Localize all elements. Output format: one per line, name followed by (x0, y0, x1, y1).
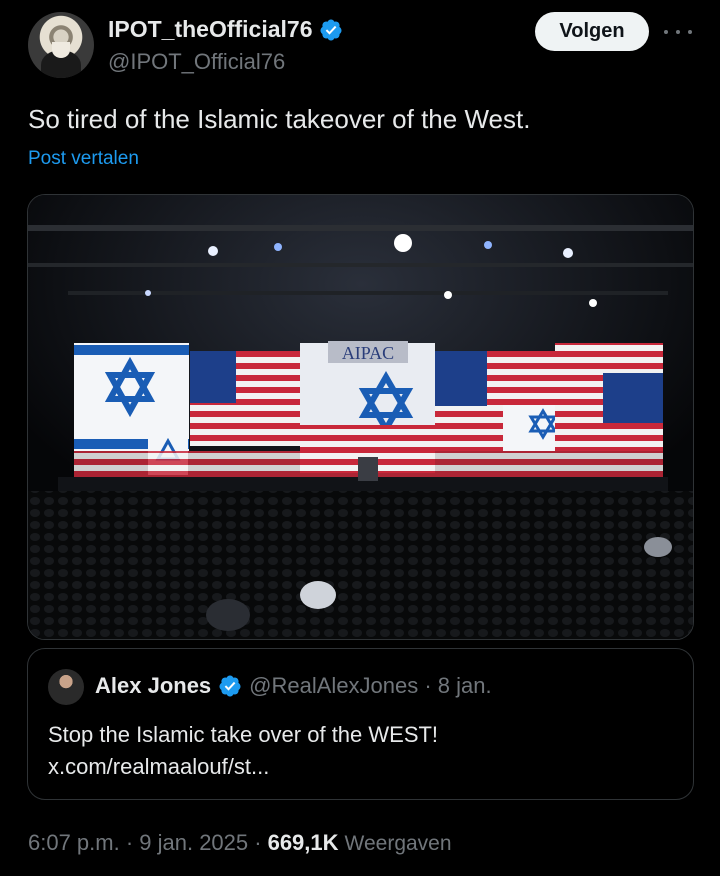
conference-stage-photo: AIPAC (28, 195, 693, 639)
verified-badge-icon (320, 19, 342, 40)
translate-post-link[interactable]: Post vertalen (28, 148, 139, 170)
tweet-media-image[interactable]: AIPAC (27, 194, 694, 640)
stage-sign-text: AIPAC (342, 343, 394, 363)
tweet-header: IPOT_theOfficial76 @IPOT_Official76 Volg… (28, 12, 692, 80)
follow-button[interactable]: Volgen (535, 12, 649, 51)
quoted-author-row: Alex Jones @RealAlexJones · 8 jan. (95, 673, 492, 699)
quoted-handle-date: @RealAlexJones · 8 jan. (249, 673, 492, 698)
tweet-text: So tired of the Islamic takeover of the … (28, 104, 531, 134)
quoted-tweet-text: Stop the Islamic take over of the WEST! … (48, 719, 438, 783)
quoted-tweet[interactable]: Alex Jones @RealAlexJones · 8 jan. Stop … (27, 648, 694, 800)
author-avatar[interactable] (28, 12, 94, 78)
tweet-meta: 6:07 p.m. · 9 jan. 2025 · 669,1K Weergav… (28, 830, 452, 856)
quoted-text-line: Stop the Islamic take over of the WEST! (48, 722, 439, 747)
author-handle[interactable]: @IPOT_Official76 (108, 49, 285, 75)
more-options-icon[interactable] (664, 22, 692, 42)
quoted-author-name: Alex Jones (95, 673, 212, 698)
author-name-row[interactable]: IPOT_theOfficial76 (108, 16, 343, 43)
views-count: 669,1K (267, 830, 339, 855)
views-label: Weergaven (344, 832, 452, 855)
quoted-author-avatar (48, 669, 84, 705)
verified-badge-icon (219, 675, 241, 697)
author-display-name[interactable]: IPOT_theOfficial76 (108, 16, 313, 43)
tweet-timestamp[interactable]: 6:07 p.m. · 9 jan. 2025 · (28, 830, 262, 856)
quoted-link[interactable]: x.com/realmaalouf/st... (48, 751, 438, 783)
